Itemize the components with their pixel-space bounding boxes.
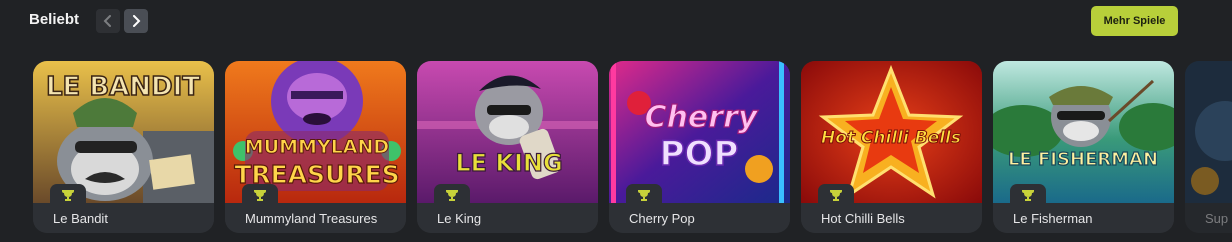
game-title: Sup bbox=[1205, 211, 1229, 226]
game-title: Hot Chilli Bells bbox=[821, 211, 905, 226]
game-footer: Le Bandit bbox=[33, 203, 214, 233]
game-logo-line1: Cherry bbox=[645, 100, 759, 135]
game-footer: Cherry Pop bbox=[609, 203, 790, 233]
carousel-prev-button[interactable] bbox=[96, 9, 120, 33]
game-card-cherry-pop[interactable]: Cherry POP Cherry Pop bbox=[609, 61, 790, 233]
game-card-le-bandit[interactable]: LE BANDIT Le Bandit bbox=[33, 61, 214, 233]
game-card-partial[interactable]: Sup bbox=[1185, 61, 1232, 233]
section-header: Beliebt Mehr Spiele bbox=[0, 0, 1232, 44]
carousel-next-button[interactable] bbox=[124, 9, 148, 33]
game-title: Mummyland Treasures bbox=[245, 211, 378, 226]
more-games-button[interactable]: Mehr Spiele bbox=[1091, 6, 1178, 36]
chevron-left-icon bbox=[103, 15, 111, 27]
section-title: Beliebt bbox=[29, 11, 80, 28]
game-footer: Hot Chilli Bells bbox=[801, 203, 982, 233]
game-logo: Hot Chilli Bells bbox=[821, 128, 961, 148]
game-logo: LE FISHERMAN bbox=[1008, 149, 1158, 170]
game-thumbnail: Hot Chilli Bells bbox=[801, 61, 982, 203]
game-carousel: LE BANDIT Le Bandit MUMMYLAND TREASURES … bbox=[33, 61, 1232, 233]
game-thumbnail: LE BANDIT bbox=[33, 61, 214, 203]
game-thumbnail: Cherry POP bbox=[609, 61, 790, 203]
chevron-right-icon bbox=[133, 15, 141, 27]
game-logo: LE KING bbox=[455, 149, 562, 177]
game-thumbnail: LE KING bbox=[417, 61, 598, 203]
game-title: Cherry Pop bbox=[629, 211, 695, 226]
game-thumbnail bbox=[1185, 61, 1232, 203]
game-title: Le Fisherman bbox=[1013, 211, 1093, 226]
game-footer: Le King bbox=[417, 203, 598, 233]
game-card-hot-chilli-bells[interactable]: Hot Chilli Bells Hot Chilli Bells bbox=[801, 61, 982, 233]
game-card-le-fisherman[interactable]: LE FISHERMAN Le Fisherman bbox=[993, 61, 1174, 233]
game-thumbnail: MUMMYLAND TREASURES bbox=[225, 61, 406, 203]
game-logo-line1: MUMMYLAND bbox=[245, 136, 389, 158]
game-logo-line2: POP bbox=[660, 134, 739, 174]
game-footer: Mummyland Treasures bbox=[225, 203, 406, 233]
game-title: Le King bbox=[437, 211, 482, 226]
game-card-le-king[interactable]: LE KING Le King bbox=[417, 61, 598, 233]
game-title: Le Bandit bbox=[53, 211, 108, 226]
game-logo: LE BANDIT bbox=[46, 72, 200, 102]
game-card-mummyland-treasures[interactable]: MUMMYLAND TREASURES Mummyland Treasures bbox=[225, 61, 406, 233]
game-footer: Sup bbox=[1185, 203, 1232, 233]
game-thumbnail: LE FISHERMAN bbox=[993, 61, 1174, 203]
game-footer: Le Fisherman bbox=[993, 203, 1174, 233]
